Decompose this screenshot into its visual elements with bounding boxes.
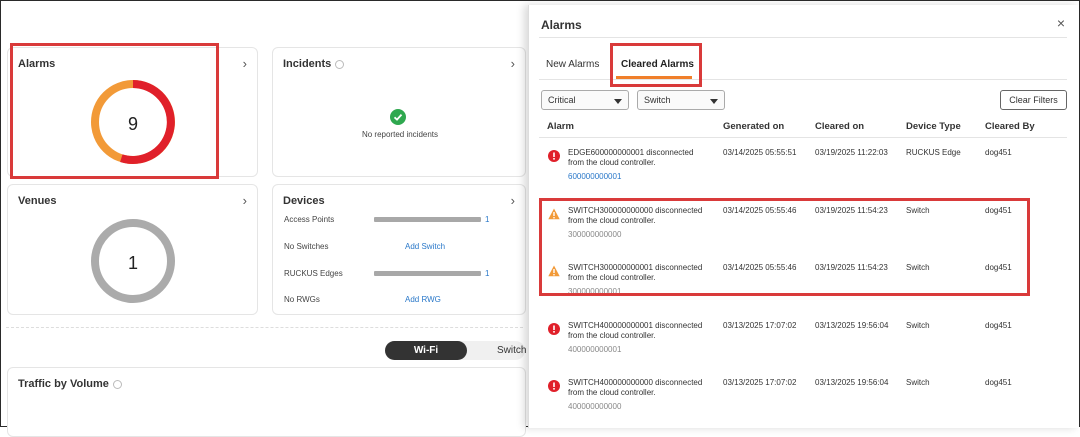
alarm-message-line: from the cloud controller. [568,388,656,397]
cleared-tab-highlight [610,43,702,87]
chevron-right-icon[interactable]: › [511,57,515,70]
device-serial-link[interactable]: 600000000001 [568,172,621,181]
info-icon [335,59,345,69]
generated-on: 03/13/2025 17:07:02 [723,378,797,387]
caret-down-icon [710,99,718,104]
alarms-card-highlight [10,43,219,179]
ruckus-edges-bar [374,271,481,276]
cleared-by: dog451 [985,321,1012,330]
alarm-message-line: EDGE600000000001 disconnected [568,148,694,157]
alarms-panel: Alarms × New Alarms Cleared Alarms Criti… [528,5,1079,428]
access-points-bar [374,217,481,222]
type-filter[interactable]: Switch [637,90,725,110]
table-row[interactable]: SWITCH400000000001 disconnected from the … [539,321,1067,379]
alarm-message-line: SWITCH400000000001 disconnected [568,321,703,330]
check-circle-icon [390,109,406,125]
toggle-switch[interactable]: Switch [497,341,526,360]
generated-on: 03/13/2025 17:07:02 [723,321,797,330]
cleared-on: 03/13/2025 19:56:04 [815,321,889,330]
critical-alert-icon [548,150,560,162]
alarm-message: EDGE600000000001 disconnected from the cl… [568,148,718,168]
device-type: Switch [906,321,930,330]
alarm-message-line: from the cloud controller. [568,158,656,167]
tab-new-alarms[interactable]: New Alarms [546,59,599,70]
col-generated-on[interactable]: Generated on [723,121,784,132]
screen: Alarms › 9 Incidents › No reported incid… [0,0,1080,437]
cleared-by: dog451 [985,148,1012,157]
incidents-title-text: Incidents [283,58,332,70]
generated-on: 03/14/2025 05:55:51 [723,148,797,157]
ruckus-edges-count[interactable]: 1 [485,269,489,278]
type-filter-value: Switch [644,95,671,105]
device-serial[interactable]: 400000000001 [568,345,621,354]
devices-row-label: Access Points [284,215,335,224]
devices-row-label: No RWGs [284,295,320,304]
table-row[interactable]: SWITCH400000000000 disconnected from the … [539,378,1067,436]
chevron-right-icon[interactable]: › [511,194,515,207]
alarm-message-line: SWITCH400000000000 disconnected [568,378,703,387]
traffic-card-title: Traffic by Volume [18,378,122,390]
close-icon[interactable]: × [1057,15,1065,31]
cleared-on: 03/13/2025 19:56:04 [815,378,889,387]
device-type: Switch [906,378,930,387]
devices-card[interactable]: Devices › Access Points 1 No Switches Ad… [272,184,526,315]
critical-alert-icon [548,323,560,335]
col-alarm[interactable]: Alarm [547,121,574,132]
chevron-right-icon[interactable]: › [243,57,247,70]
traffic-toggle[interactable]: Wi-Fi Switch [385,341,526,360]
cleared-on: 03/19/2025 11:22:03 [815,148,888,157]
panel-title: Alarms [541,18,582,32]
alarm-message: SWITCH400000000000 disconnected from the … [568,378,718,398]
col-cleared-by[interactable]: Cleared By [985,121,1035,132]
venues-count: 1 [127,253,138,273]
info-icon [112,379,122,389]
traffic-title-text: Traffic by Volume [18,378,109,390]
col-cleared-on[interactable]: Cleared on [815,121,864,132]
devices-row-label: No Switches [284,242,329,251]
critical-alert-icon [548,380,560,392]
col-device-type[interactable]: Device Type [906,121,961,132]
incidents-card-title: Incidents [283,58,345,70]
panel-title-divider [539,37,1067,38]
cleared-by: dog451 [985,378,1012,387]
devices-card-title: Devices [283,195,325,207]
incidents-card[interactable]: Incidents › No reported incidents [272,47,526,177]
venues-card-title: Venues [18,195,57,207]
add-rwg-link[interactable]: Add RWG [405,295,441,304]
devices-row-label: RUCKUS Edges [284,269,343,278]
add-switch-link[interactable]: Add Switch [405,242,445,251]
chevron-right-icon[interactable]: › [243,194,247,207]
no-incidents-text: No reported incidents [361,130,439,139]
access-points-count[interactable]: 1 [485,215,489,224]
dashboard-divider [6,327,523,328]
table-header-divider [539,137,1067,138]
severity-filter-value: Critical [548,95,576,105]
alarm-message: SWITCH400000000001 disconnected from the … [568,321,718,341]
device-serial[interactable]: 400000000000 [568,402,621,411]
device-type: RUCKUS Edge [906,148,961,157]
switch-rows-highlight [539,198,1030,296]
severity-filter[interactable]: Critical [541,90,629,110]
caret-down-icon [614,99,622,104]
venues-card[interactable]: Venues › 1 [7,184,258,315]
clear-filters-button[interactable]: Clear Filters [1000,90,1067,110]
toggle-wifi[interactable]: Wi-Fi [385,341,467,360]
alarm-message-line: from the cloud controller. [568,331,656,340]
